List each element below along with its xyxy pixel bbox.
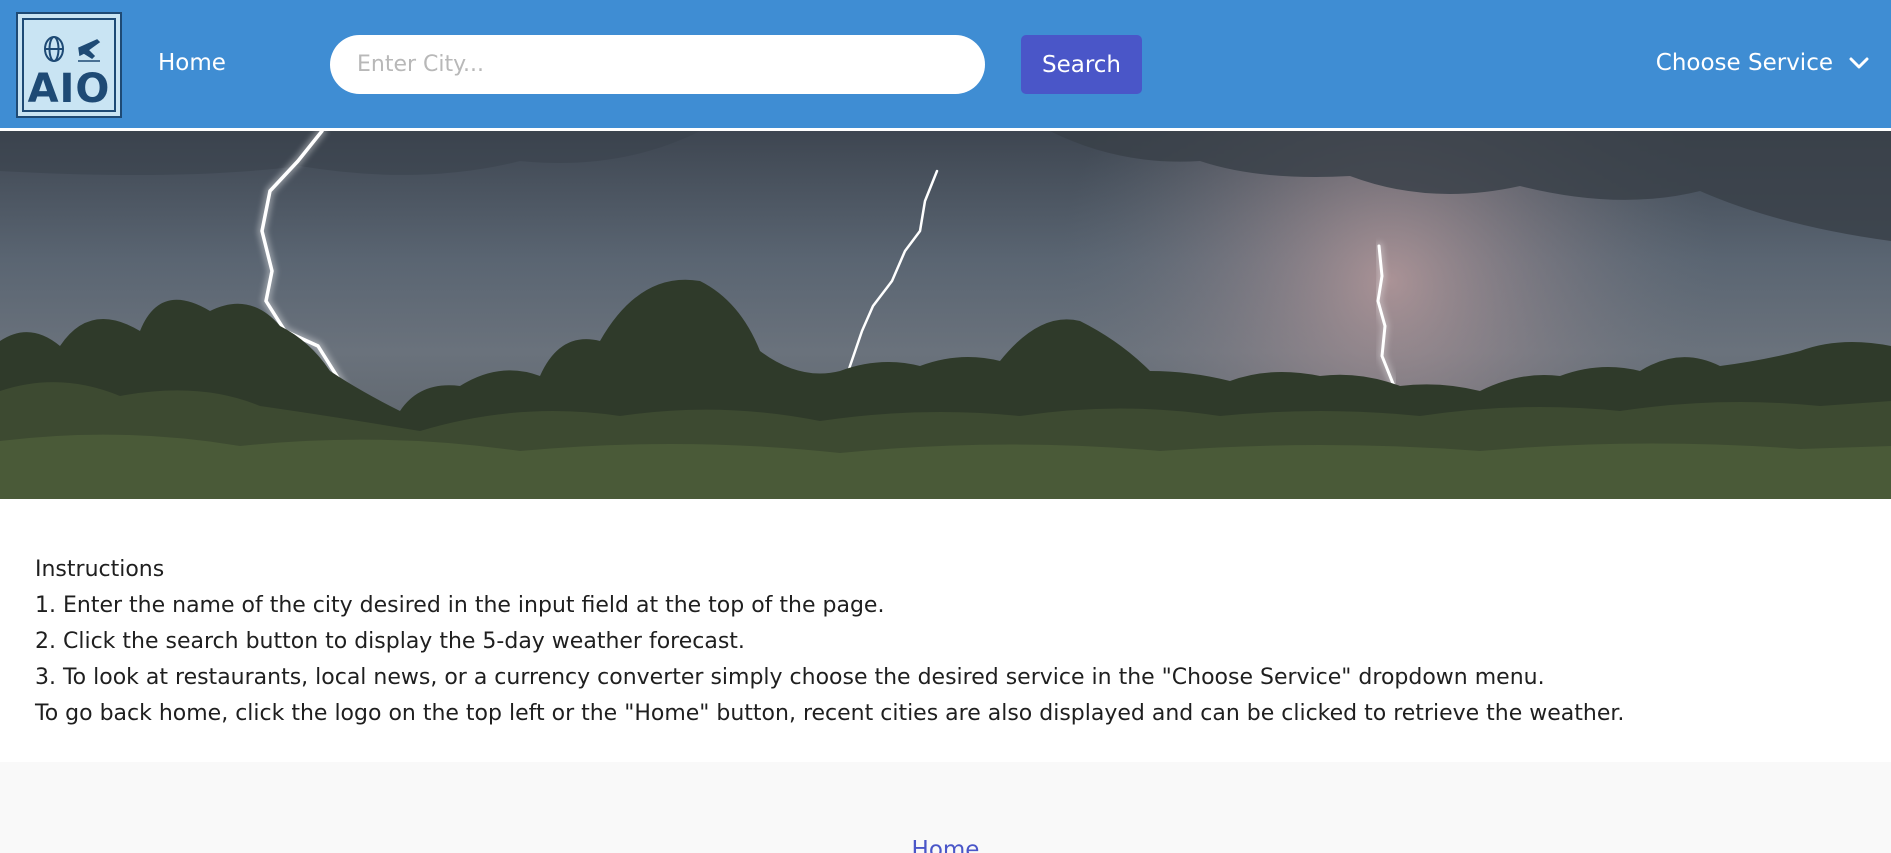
chevron-down-icon xyxy=(1849,57,1869,69)
logo-frame: AIO xyxy=(22,18,116,112)
airplane-icon xyxy=(78,39,101,62)
service-dropdown[interactable]: Choose Service xyxy=(1656,50,1869,76)
instruction-step: 1. Enter the name of the city desired in… xyxy=(35,593,885,618)
logo-icons xyxy=(44,36,101,62)
instruction-step: To go back home, click the logo on the t… xyxy=(35,701,1625,726)
footer-home-link[interactable]: Home xyxy=(0,837,1891,853)
hero-banner xyxy=(0,131,1891,499)
instructions-title: Instructions xyxy=(35,557,165,582)
search-input[interactable] xyxy=(330,35,985,94)
instruction-step: 2. Click the search button to display th… xyxy=(35,629,745,654)
lightning-storm-image xyxy=(0,131,1891,499)
footer: Home xyxy=(0,762,1891,853)
instructions-section: Instructions 1. Enter the name of the ci… xyxy=(35,552,1855,732)
globe-icon xyxy=(44,36,64,62)
nav-home-link[interactable]: Home xyxy=(158,50,226,76)
navbar: AIO Home Search Choose Service xyxy=(0,0,1891,131)
logo-text: AIO xyxy=(27,66,111,112)
search-button[interactable]: Search xyxy=(1021,35,1142,94)
service-dropdown-label: Choose Service xyxy=(1655,50,1833,76)
logo[interactable]: AIO xyxy=(16,12,122,118)
instruction-step: 3. To look at restaurants, local news, o… xyxy=(35,665,1545,690)
